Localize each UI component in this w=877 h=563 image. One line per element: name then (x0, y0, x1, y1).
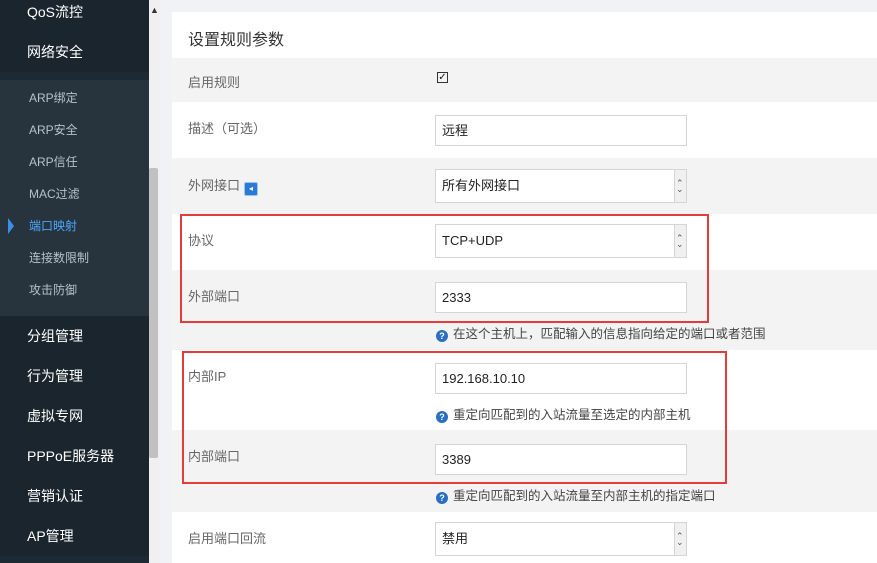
scrollbar-thumb[interactable] (149, 168, 158, 458)
scroll-up-icon[interactable]: ▲ (149, 0, 160, 16)
row-enable-rule (172, 58, 877, 102)
wan-select-value: 所有外网接口 (442, 178, 521, 193)
sidebar-item-ap-mgmt[interactable]: AP管理 (0, 516, 149, 556)
description-input[interactable]: 远程 (435, 115, 687, 146)
sidebar-item-connection-limit[interactable]: 连接数限制 (0, 242, 149, 274)
chevron-updown-icon: ⌃ ⌄ (674, 170, 686, 202)
sidebar-item-mac-filter[interactable]: MAC过滤 (0, 178, 149, 210)
sidebar-item-attack-defense[interactable]: 攻击防御 (0, 274, 149, 306)
wan-label-text: 外网接口 (188, 178, 241, 193)
highlight-box-internal (182, 351, 727, 484)
loopback-select-value: 禁用 (442, 531, 469, 546)
active-indicator-icon (8, 218, 14, 234)
sidebar-item-marketing-auth[interactable]: 营销认证 (0, 476, 149, 516)
help-icon: ? (436, 492, 448, 504)
wan-label: 外网接口 ◂ (188, 175, 259, 196)
internal-port-hint: ? 重定向匹配到的入站流量至内部主机的指定端口 (436, 485, 716, 504)
info-icon[interactable]: ◂ (244, 182, 259, 196)
panel-title: 设置规则参数 (188, 32, 285, 49)
sidebar-item-qos[interactable]: QoS流控 (0, 0, 149, 32)
sidebar-item-arp-binding[interactable]: ARP绑定 (0, 82, 149, 114)
external-port-hint-text: 在这个主机上，匹配输入的信息指向给定的端口或者范围 (453, 327, 766, 341)
chevron-updown-icon: ⌃ ⌄ (674, 523, 686, 555)
loopback-select[interactable]: 禁用 ⌃ ⌄ (435, 522, 687, 556)
enable-rule-checkbox[interactable]: ✓ (437, 72, 448, 83)
external-port-hint: ? 在这个主机上，匹配输入的信息指向给定的端口或者范围 (436, 323, 766, 342)
loopback-label: 启用端口回流 (188, 531, 267, 546)
wan-select[interactable]: 所有外网接口 ⌃ ⌄ (435, 169, 687, 203)
sidebar-item-pppoe[interactable]: PPPoE服务器 (0, 436, 149, 476)
description-label: 描述（可选） (188, 121, 267, 136)
sidebar-item-behavior-mgmt[interactable]: 行为管理 (0, 356, 149, 396)
sidebar-item-group-mgmt[interactable]: 分组管理 (0, 316, 149, 356)
sidebar-item-port-mapping[interactable]: 端口映射 (0, 210, 149, 242)
internal-port-hint-text: 重定向匹配到的入站流量至内部主机的指定端口 (453, 489, 716, 503)
sidebar-item-network-security[interactable]: 网络安全 (0, 32, 149, 72)
highlight-box-protocol-external (180, 214, 709, 323)
help-icon: ? (436, 330, 448, 342)
sidebar-item-vpn[interactable]: 虚拟专网 (0, 396, 149, 436)
sidebar-item-arp-security[interactable]: ARP安全 (0, 114, 149, 146)
enable-rule-label: 启用规则 (188, 75, 241, 90)
sidebar-item-arp-trust[interactable]: ARP信任 (0, 146, 149, 178)
